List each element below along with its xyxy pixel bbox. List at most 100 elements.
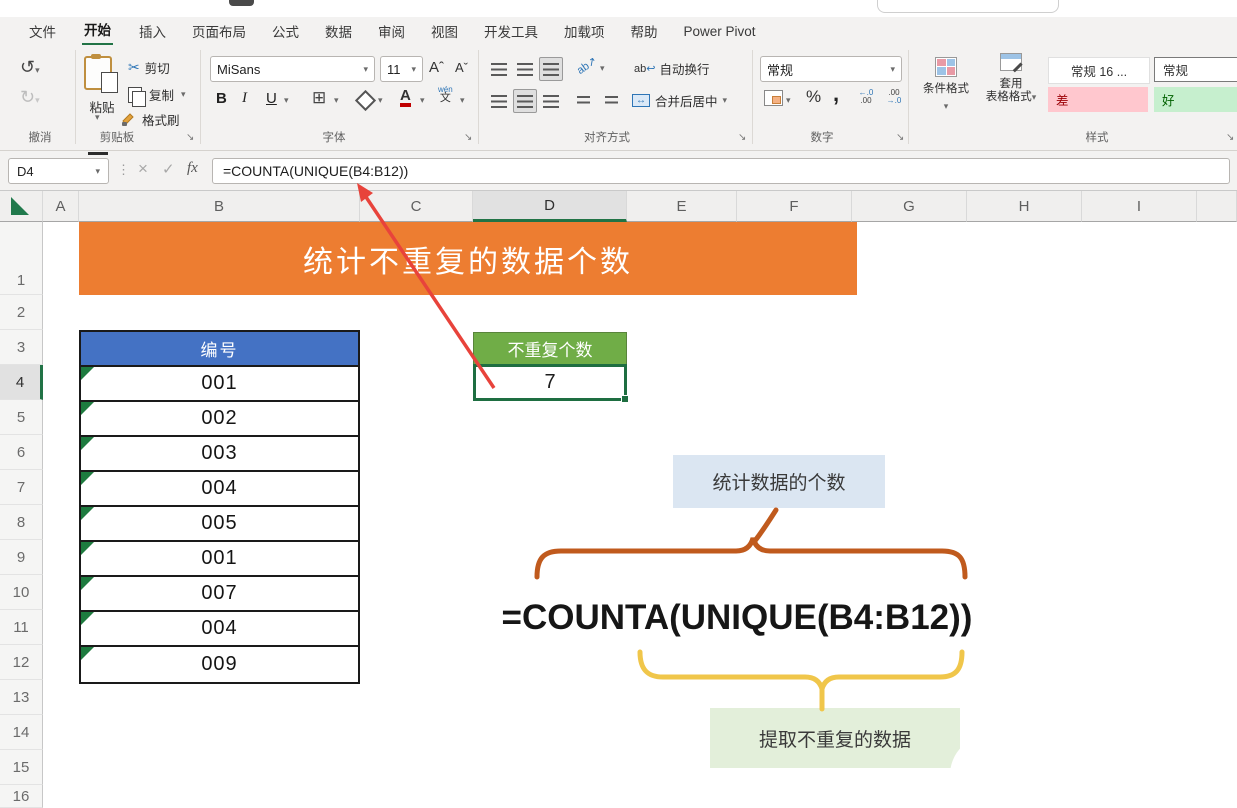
result-header-cell[interactable]: 不重复个数 [473, 332, 627, 365]
insert-function-icon[interactable]: fx [187, 160, 198, 177]
bold-button[interactable]: B [216, 90, 227, 107]
cut-button[interactable]: ✂ 剪切 [128, 58, 170, 77]
phonetic-guide-button[interactable]: wén 文 [438, 86, 453, 102]
align-middle-button[interactable] [513, 57, 537, 81]
number-dialog-launcher[interactable]: ↘ [896, 132, 904, 143]
row-header-14[interactable]: 14 [0, 715, 43, 750]
accounting-format-button[interactable] [764, 90, 783, 106]
row-header-13[interactable]: 13 [0, 680, 43, 715]
tab-developer[interactable]: 开发工具 [471, 17, 551, 45]
styles-dialog-launcher[interactable]: ↘ [1226, 132, 1234, 143]
chevron-down-icon[interactable]: ▾ [95, 166, 100, 177]
format-painter-button[interactable]: 格式刷 [121, 110, 180, 129]
align-center-button[interactable] [513, 89, 537, 113]
confirm-icon[interactable]: ✓ [162, 160, 175, 178]
cell-style-normal[interactable]: 常规 [1154, 57, 1237, 82]
table-cell-b6[interactable]: 003 [81, 437, 358, 472]
row-header-1[interactable]: 1 [0, 222, 43, 295]
fill-color-dropdown[interactable]: ▾ [378, 95, 383, 106]
redo-button[interactable]: ↻▾ [20, 87, 40, 108]
align-right-button[interactable] [539, 89, 563, 113]
grow-font-button[interactable]: Aˆ [429, 59, 444, 76]
font-name-combo[interactable]: MiSans ▾ [210, 56, 375, 82]
clipboard-dialog-launcher[interactable]: ↘ [186, 132, 194, 143]
id-table-header[interactable]: 编号 [81, 332, 358, 367]
alignment-dialog-launcher[interactable]: ↘ [738, 132, 746, 143]
chevron-down-icon[interactable]: ▾ [723, 95, 728, 106]
underline-dropdown[interactable]: ▾ [284, 95, 289, 106]
font-dialog-launcher[interactable]: ↘ [464, 132, 472, 143]
row-header-15[interactable]: 15 [0, 750, 43, 785]
title-banner[interactable]: 统计不重复的数据个数 [79, 222, 857, 295]
font-color-dropdown[interactable]: ▾ [420, 95, 425, 106]
chevron-down-icon[interactable]: ▾ [35, 65, 40, 75]
font-size-combo[interactable]: 11 ▾ [380, 56, 423, 82]
table-cell-b9[interactable]: 001 [81, 542, 358, 577]
table-cell-b12[interactable]: 009 [81, 647, 358, 682]
table-cell-b8[interactable]: 005 [81, 507, 358, 542]
number-format-combo[interactable]: 常规 ▾ [760, 56, 902, 82]
shrink-font-button[interactable]: Aˇ [455, 60, 468, 75]
row-header-12[interactable]: 12 [0, 645, 43, 680]
row-header-7[interactable]: 7 [0, 470, 43, 505]
orientation-button[interactable]: ab↗ [574, 54, 599, 77]
chevron-down-icon[interactable]: ▾ [181, 89, 186, 100]
tab-view[interactable]: 视图 [418, 17, 471, 45]
increase-indent-button[interactable] [599, 89, 623, 113]
row-header-2[interactable]: 2 [0, 295, 43, 330]
format-as-table-button[interactable]: 套用 表格格式▾ [980, 53, 1042, 104]
cell-style-bad[interactable]: 差 [1048, 87, 1148, 112]
tab-file[interactable]: 文件 [16, 17, 69, 45]
table-cell-b7[interactable]: 004 [81, 472, 358, 507]
search-box-remnant[interactable] [877, 0, 1059, 13]
column-header-E[interactable]: E [627, 191, 737, 222]
wrap-text-button[interactable]: ab↩ 自动换行 [634, 59, 709, 78]
increase-decimal-button[interactable]: ←.0 .00 [854, 89, 878, 105]
column-header-H[interactable]: H [967, 191, 1082, 222]
tab-help[interactable]: 帮助 [618, 17, 671, 45]
table-cell-b10[interactable]: 007 [81, 577, 358, 612]
tab-data[interactable]: 数据 [312, 17, 365, 45]
table-cell-b5[interactable]: 002 [81, 402, 358, 437]
row-header-8[interactable]: 8 [0, 505, 43, 540]
tab-formulas[interactable]: 公式 [259, 17, 312, 45]
row-header-6[interactable]: 6 [0, 435, 43, 470]
select-all-corner[interactable] [0, 191, 43, 222]
tab-home[interactable]: 开始 [69, 17, 126, 45]
tab-review[interactable]: 审阅 [365, 17, 418, 45]
callout-formula-text[interactable]: =COUNTA(UNIQUE(B4:B12)) [437, 598, 1037, 638]
paste-button[interactable]: 粘贴 [80, 97, 124, 116]
row-header-5[interactable]: 5 [0, 400, 43, 435]
merge-center-button[interactable]: ↔ 合并后居中 ▾ [632, 91, 727, 110]
accounting-dropdown[interactable]: ▾ [786, 95, 791, 106]
table-cell-b11[interactable]: 004 [81, 612, 358, 647]
orientation-dropdown[interactable]: ▾ [600, 63, 605, 74]
row-header-10[interactable]: 10 [0, 575, 43, 610]
copy-button[interactable]: 复制 ▾ [128, 85, 186, 104]
align-top-button[interactable] [487, 57, 511, 81]
active-cell-d4[interactable]: 7 [473, 364, 627, 401]
fill-color-button[interactable] [358, 93, 373, 108]
row-header-16[interactable]: 16 [0, 785, 43, 808]
row-header-4[interactable]: 4 [0, 365, 43, 400]
column-header-C[interactable]: C [360, 191, 473, 222]
borders-dropdown[interactable]: ▾ [334, 95, 339, 106]
name-box[interactable]: D4 ▾ [8, 158, 109, 184]
decrease-indent-button[interactable] [571, 89, 595, 113]
tab-addins[interactable]: 加载项 [551, 17, 618, 45]
row-header-3[interactable]: 3 [0, 330, 43, 365]
percent-style-button[interactable]: % [806, 87, 821, 107]
cell-style-normal16[interactable]: 常规 16 ... [1048, 57, 1150, 84]
fill-handle[interactable] [621, 395, 629, 403]
column-header-G[interactable]: G [852, 191, 967, 222]
paste-icon[interactable] [84, 56, 112, 90]
paste-dropdown[interactable]: ▾ [95, 112, 100, 123]
align-bottom-button[interactable] [539, 57, 563, 81]
row-header-11[interactable]: 11 [0, 610, 43, 645]
borders-button[interactable]: ⊞ [312, 88, 326, 108]
phonetic-dropdown[interactable]: ▾ [460, 95, 465, 106]
column-header-B[interactable]: B [79, 191, 360, 222]
cell-style-good[interactable]: 好 [1154, 87, 1237, 112]
decrease-decimal-button[interactable]: .00 →.0 [882, 89, 906, 105]
align-left-button[interactable] [487, 89, 511, 113]
